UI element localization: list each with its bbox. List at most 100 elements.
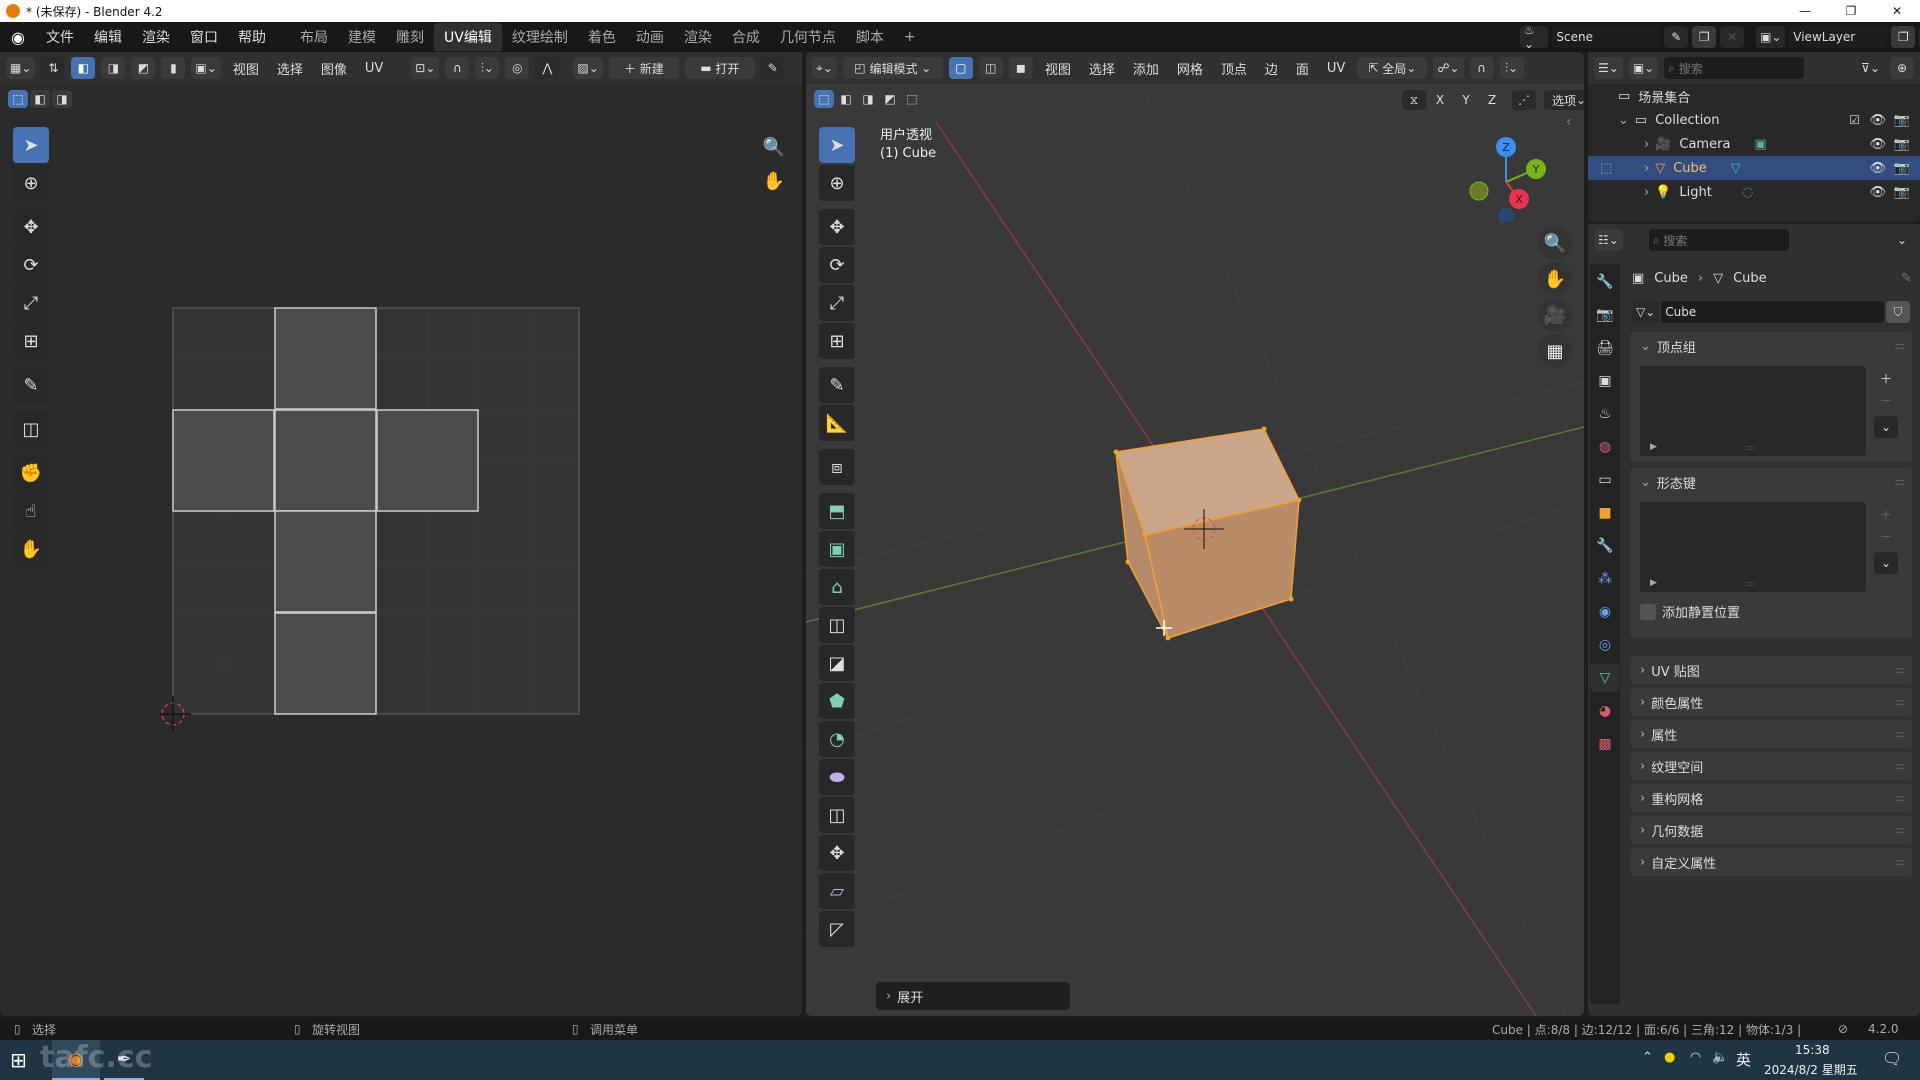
uv-face[interactable]: [274, 307, 377, 410]
drag-handle-icon[interactable]: ::::: [1895, 729, 1906, 740]
section-color-attributes[interactable]: › 颜色属性::::: [1630, 688, 1912, 716]
edge-select-mode-icon[interactable]: ◨: [101, 57, 126, 79]
new-collection-icon[interactable]: ⊕: [1890, 57, 1914, 79]
shrink-fatten-tool-icon[interactable]: ✥: [819, 835, 855, 871]
rip-tool-icon[interactable]: ◫: [13, 411, 49, 447]
edit-mode-icon[interactable]: ⬚: [1600, 161, 1612, 176]
menu-render[interactable]: 渲染: [132, 27, 180, 47]
list-resize-handle-icon[interactable]: ::::: [1745, 579, 1756, 588]
select-box-tool-icon[interactable]: ➤: [819, 127, 855, 163]
list-filter-toggle-icon[interactable]: ▶: [1650, 442, 1657, 452]
render-camera-icon[interactable]: 📷: [1894, 137, 1910, 152]
drag-handle-icon[interactable]: ::::: [1895, 761, 1906, 772]
section-custom-properties[interactable]: › 自定义属性::::: [1630, 848, 1912, 876]
drag-handle-icon[interactable]: ::::: [1895, 477, 1906, 488]
pivot-icon[interactable]: ☍⌄: [1433, 57, 1464, 79]
section-attributes[interactable]: › 属性::::: [1630, 720, 1912, 748]
vertex-groups-list[interactable]: ▶ ::::: [1640, 366, 1866, 456]
scale-tool-icon[interactable]: ⤢: [13, 285, 49, 321]
proportional-edit-icon[interactable]: ◎: [505, 57, 530, 79]
pin-scene-icon[interactable]: ✎: [1664, 26, 1689, 48]
section-geometry-data[interactable]: › 几何数据::::: [1630, 816, 1912, 844]
zoom-view-icon[interactable]: 🔍: [757, 130, 791, 164]
snap-target-icon[interactable]: ⫶⌄: [1499, 57, 1524, 79]
uv-face[interactable]: [274, 612, 377, 715]
menu-face[interactable]: 面: [1290, 59, 1315, 78]
menu-uv[interactable]: UV: [1321, 61, 1351, 76]
editor-type-icon[interactable]: ▦⌄: [6, 57, 36, 79]
properties-search-input[interactable]: ⌕ 搜索: [1648, 229, 1789, 251]
menu-vertex[interactable]: 顶点: [1215, 59, 1253, 78]
add-vertex-group-button[interactable]: ＋: [1874, 366, 1898, 390]
shape-key-specials-button[interactable]: ⌄: [1874, 552, 1898, 574]
collection-tab-icon[interactable]: ▭: [1591, 466, 1619, 494]
constraints-tab-icon[interactable]: ◎: [1591, 631, 1619, 659]
volume-icon[interactable]: 🔈: [1712, 1050, 1728, 1065]
tab-rendering[interactable]: 渲染: [674, 23, 722, 51]
viewlayer-name-field[interactable]: ViewLayer: [1789, 26, 1888, 48]
menu-edge[interactable]: 边: [1259, 59, 1284, 78]
drag-handle-icon[interactable]: ::::: [1895, 825, 1906, 836]
add-workspace-button[interactable]: +: [894, 25, 926, 49]
menu-mesh[interactable]: 网格: [1171, 59, 1209, 78]
render-camera-icon[interactable]: 📷: [1894, 113, 1910, 128]
image-browse-icon[interactable]: ▨⌄: [573, 57, 603, 79]
menu-add[interactable]: 添加: [1127, 59, 1165, 78]
tab-modeling[interactable]: 建模: [338, 23, 386, 51]
uv-face[interactable]: [274, 409, 377, 512]
mesh-data-tab-icon[interactable]: ▽: [1591, 664, 1619, 692]
transform-tool-icon[interactable]: ⊞: [13, 323, 49, 359]
new-scene-button[interactable]: ❐: [1692, 26, 1717, 48]
minimize-button[interactable]: —: [1782, 0, 1828, 22]
drag-handle-icon[interactable]: ::::: [1895, 341, 1906, 352]
knife-tool-icon[interactable]: ◪: [819, 645, 855, 681]
cursor-tool-icon[interactable]: ⊕: [13, 165, 49, 201]
mirror-y-button[interactable]: Y: [1454, 90, 1478, 110]
menu-window[interactable]: 窗口: [180, 27, 228, 47]
island-select-mode-icon[interactable]: ▮: [161, 57, 186, 79]
remove-vertex-group-button[interactable]: －: [1874, 390, 1898, 410]
drag-handle-icon[interactable]: ::::: [1895, 793, 1906, 804]
face-select-icon[interactable]: ◼: [1008, 57, 1033, 79]
3d-viewport[interactable]: ⌖⌄ ◰ 编辑模式 ⌄ ▢ ◫ ◼ 视图 选择 添加 网格 顶点 边 面 UV …: [806, 52, 1584, 1016]
remove-shape-key-button[interactable]: －: [1874, 526, 1898, 546]
editor-type-icon[interactable]: ☷⌄: [1594, 229, 1623, 251]
options-dropdown[interactable]: 选项 ⌄: [1544, 90, 1584, 110]
sidebar-toggle-icon[interactable]: ‹: [1566, 114, 1572, 130]
snap-icon[interactable]: ∩: [1469, 57, 1494, 79]
tab-geometry-nodes[interactable]: 几何节点: [770, 23, 846, 51]
uv-face[interactable]: [274, 510, 377, 613]
move-tool-icon[interactable]: ✥: [819, 209, 855, 245]
spin-tool-icon[interactable]: ◔: [819, 721, 855, 757]
select-subtract-icon[interactable]: ◨: [52, 90, 72, 108]
add-shape-key-button[interactable]: ＋: [1874, 502, 1898, 526]
ime-indicator[interactable]: 英: [1736, 1049, 1751, 1070]
mesh-name-field[interactable]: Cube: [1661, 301, 1884, 323]
world-tab-icon[interactable]: ◍: [1591, 433, 1619, 461]
select-intersect-icon[interactable]: ⬚: [902, 90, 922, 108]
tray-app-icon[interactable]: ●: [1664, 1050, 1675, 1065]
section-texture-space[interactable]: › 纹理空间::::: [1630, 752, 1912, 780]
list-filter-toggle-icon[interactable]: ▶: [1650, 578, 1657, 588]
inset-tool-icon[interactable]: ▣: [819, 531, 855, 567]
viewlayer-selector-icon[interactable]: ▣⌄: [1756, 26, 1786, 48]
tab-animation[interactable]: 动画: [626, 23, 674, 51]
delete-scene-button[interactable]: ✕: [1720, 26, 1745, 48]
tab-scripting[interactable]: 脚本: [846, 23, 894, 51]
list-resize-handle-icon[interactable]: ::::: [1745, 443, 1756, 452]
render-tab-icon[interactable]: 📷: [1591, 301, 1619, 329]
transform-orientation-dropdown[interactable]: ⇱ 全局 ⌄: [1357, 57, 1428, 79]
outliner-root[interactable]: ▭ 场景集合: [1588, 84, 1920, 108]
mesh-browse-icon[interactable]: ▽⌄: [1632, 301, 1660, 323]
annotate-tool-icon[interactable]: ✎: [819, 367, 855, 403]
transform-tool-icon[interactable]: ⊞: [819, 323, 855, 359]
outliner-row-cube[interactable]: ⬚ › ▽ Cube ▽ 👁 📷: [1588, 156, 1920, 180]
sync-selection-icon[interactable]: ⇅: [41, 57, 66, 79]
last-operation-panel[interactable]: › 展开: [876, 982, 1070, 1010]
clock-date[interactable]: 2024/8/2 星期五: [1764, 1061, 1858, 1078]
poly-build-tool-icon[interactable]: ⬟: [819, 683, 855, 719]
annotate-tool-icon[interactable]: ✎: [13, 367, 49, 403]
drag-handle-icon[interactable]: ::::: [1895, 665, 1906, 676]
render-camera-icon[interactable]: 📷: [1894, 161, 1910, 176]
collapse-chevron-icon[interactable]: ⌄: [1618, 113, 1629, 128]
